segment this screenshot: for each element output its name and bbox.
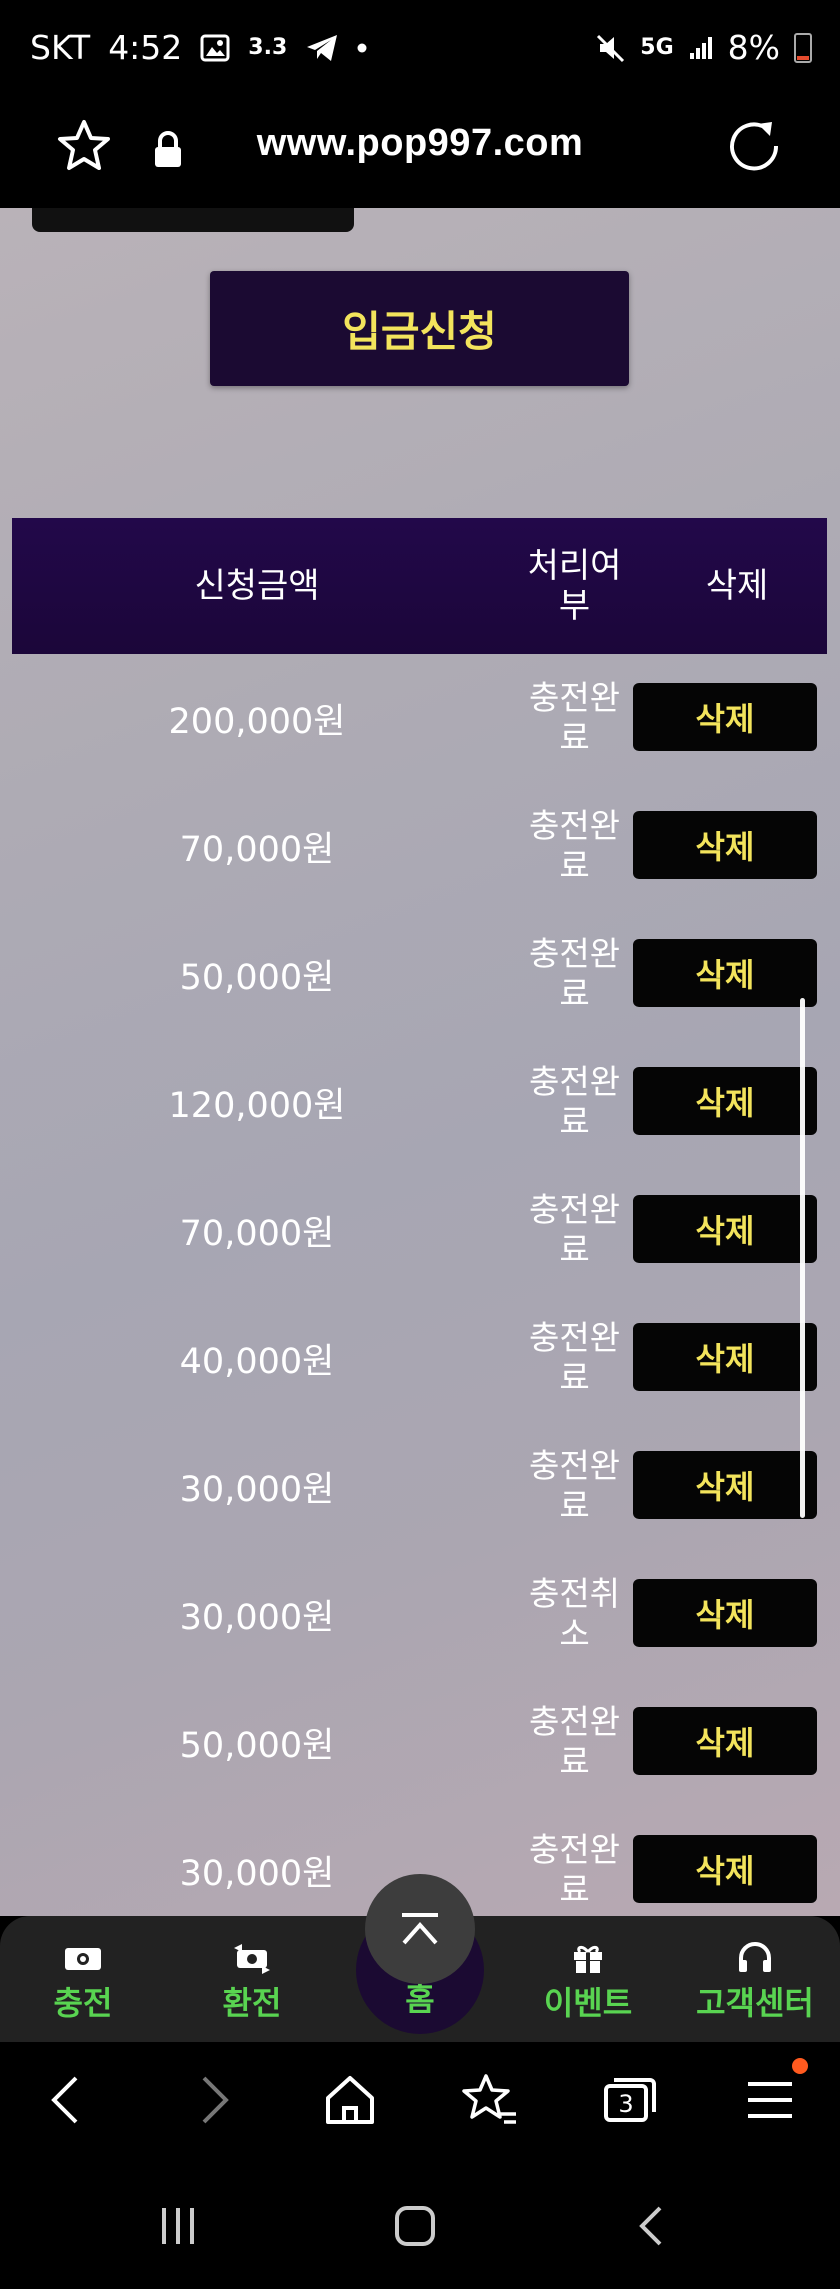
reload-icon[interactable] (726, 118, 782, 174)
address-bar: www.pop997.com (0, 100, 840, 208)
status-cell: 충전완료 (528, 678, 621, 757)
system-back-icon[interactable] (630, 2204, 674, 2248)
android-nav-bar (0, 2164, 840, 2289)
nav-item-exchange[interactable]: 환전 (177, 1916, 327, 2042)
delete-button[interactable]: 삭제 (633, 1579, 817, 1647)
amount-cell: 70,000원 (179, 829, 335, 870)
page-content: 입금신청 신청금액 처리여부 삭제 200,000원 충전완료 삭제 70,00… (0, 208, 840, 1916)
delete-button[interactable]: 삭제 (633, 1067, 817, 1135)
table-row: 50,000원 충전완료 삭제 (12, 1678, 827, 1806)
table-row: 30,000원 충전취소 삭제 (12, 1550, 827, 1678)
status-cell: 충전완료 (528, 1446, 621, 1525)
amount-cell: 30,000원 (179, 1469, 335, 1510)
nav-item-event[interactable]: 이벤트 (513, 1916, 663, 2042)
delete-button[interactable]: 삭제 (633, 811, 817, 879)
amount-cell: 120,000원 (168, 1085, 346, 1126)
dropdown-edge (32, 208, 354, 232)
header-delete: 삭제 (705, 566, 769, 606)
amount-cell: 50,000원 (179, 957, 335, 998)
forward-icon[interactable] (182, 2070, 242, 2130)
status-cell: 충전완료 (528, 1830, 621, 1909)
header-status: 처리여부 (527, 546, 622, 626)
network-type-icon: 5G (640, 35, 674, 60)
table-header: 신청금액 처리여부 삭제 (12, 518, 827, 654)
back-icon[interactable] (38, 2070, 98, 2130)
status-cell: 충전완료 (528, 1318, 621, 1397)
scrollbar[interactable] (800, 998, 805, 1518)
money-icon (65, 1948, 101, 1970)
recent-apps-icon[interactable] (156, 2204, 200, 2248)
table-row: 40,000원 충전완료 삭제 (12, 1294, 827, 1422)
telegram-icon (305, 33, 339, 63)
gallery-icon (200, 34, 230, 62)
bookmarks-icon[interactable] (460, 2070, 520, 2130)
status-cell: 충전완료 (528, 1062, 621, 1141)
menu-icon[interactable] (740, 2070, 800, 2130)
table-row: 70,000원 충전완료 삭제 (12, 1166, 827, 1294)
nav-label: 환전 (222, 1984, 282, 2022)
url-text[interactable]: www.pop997.com (0, 122, 840, 165)
amount-cell: 50,000원 (179, 1725, 335, 1766)
delete-button[interactable]: 삭제 (633, 1835, 817, 1903)
delete-button[interactable]: 삭제 (633, 683, 817, 751)
exchange-icon (234, 1944, 270, 1974)
deposit-request-button[interactable]: 입금신청 (210, 271, 629, 386)
battery-icon (794, 32, 812, 63)
notification-badge: 3.3 (248, 35, 288, 60)
delete-button[interactable]: 삭제 (633, 1323, 817, 1391)
battery-percent: 8% (727, 28, 780, 67)
amount-cell: 70,000원 (179, 1213, 335, 1254)
carrier-label: SKT (30, 28, 91, 67)
chevron-up-icon (402, 1913, 438, 1945)
gift-icon (574, 1945, 602, 1973)
table-row: 50,000원 충전완료 삭제 (12, 910, 827, 1038)
scroll-to-top-button[interactable] (365, 1874, 475, 1984)
amount-cell: 30,000원 (179, 1597, 335, 1638)
delete-button[interactable]: 삭제 (633, 939, 817, 1007)
nav-item-charge[interactable]: 충전 (8, 1916, 158, 2042)
delete-button[interactable]: 삭제 (633, 1195, 817, 1263)
mute-icon (596, 33, 626, 63)
signal-icon (688, 35, 714, 61)
amount-cell: 40,000원 (179, 1341, 335, 1382)
tab-count: 3 (618, 2090, 633, 2118)
amount-cell: 200,000원 (168, 701, 346, 742)
table-row: 70,000원 충전완료 삭제 (12, 782, 827, 910)
browser-toolbar: 3 (0, 2042, 840, 2164)
status-cell: 충전완료 (528, 1190, 621, 1269)
home-button-icon[interactable] (393, 2204, 437, 2248)
nav-item-support[interactable]: 고객센터 (680, 1916, 830, 2042)
nav-label: 충전 (53, 1984, 113, 2022)
nav-label: 이벤트 (543, 1984, 633, 2022)
home-icon[interactable] (320, 2070, 380, 2130)
status-cell: 충전완료 (528, 1702, 621, 1781)
delete-button[interactable]: 삭제 (633, 1707, 817, 1775)
status-cell: 충전취소 (528, 1574, 621, 1653)
status-bar: SKT 4:52 3.3 5G 8% (0, 0, 840, 100)
table-row: 200,000원 충전완료 삭제 (12, 654, 827, 782)
menu-notification-dot (792, 2058, 808, 2074)
deposit-table: 200,000원 충전완료 삭제 70,000원 충전완료 삭제 50,000원… (12, 654, 827, 1916)
status-cell: 충전완료 (528, 934, 621, 1013)
table-row: 30,000원 충전완료 삭제 (12, 1422, 827, 1550)
tabs-icon[interactable]: 3 (600, 2070, 660, 2130)
clock: 4:52 (108, 28, 183, 67)
nav-label: 고객센터 (696, 1984, 814, 2022)
delete-button[interactable]: 삭제 (633, 1451, 817, 1519)
header-amount: 신청금액 (194, 566, 320, 606)
status-cell: 충전완료 (528, 806, 621, 885)
table-row: 120,000원 충전완료 삭제 (12, 1038, 827, 1166)
headset-icon (739, 1942, 771, 1972)
dot-icon (357, 43, 367, 53)
